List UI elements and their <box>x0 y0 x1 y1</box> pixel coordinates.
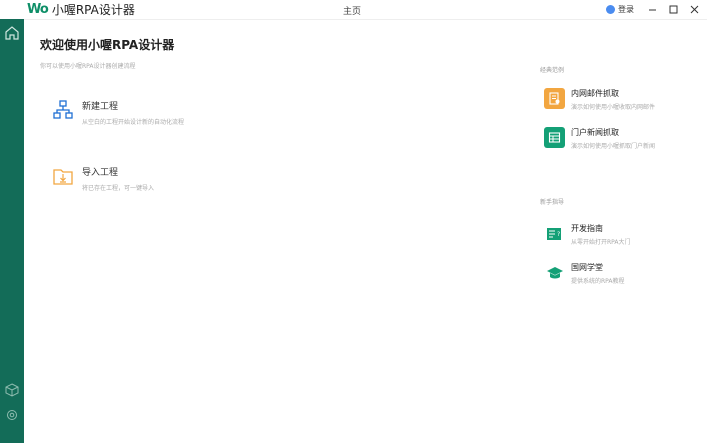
example-news-capture[interactable]: 门户新闻抓取 演示如何使用小喔抓取门户新闻 <box>544 127 655 150</box>
minimize-button[interactable] <box>645 2 659 16</box>
guide-dev-guide[interactable]: ? 开发指南 从零开始打开RPA大门 <box>544 223 631 246</box>
login-label: 登录 <box>618 5 634 14</box>
guide-academy[interactable]: 国网学堂 提供系统的RPA教程 <box>544 262 625 285</box>
sidebar-settings-button[interactable] <box>5 407 19 421</box>
example-news-desc: 演示如何使用小喔抓取门户新闻 <box>571 143 656 150</box>
new-project-button[interactable]: 新建工程 从空白的工程开始设计新的自动化流程 <box>52 99 184 126</box>
app-name: 小喔RPA设计器 <box>51 3 135 17</box>
guide-academy-title: 国网学堂 <box>571 263 603 272</box>
page-subtitle: 你可以使用小喔RPA设计器创建流程 <box>40 63 136 70</box>
table-icon <box>544 127 565 148</box>
svg-text:?: ? <box>557 231 560 238</box>
guide-academy-desc: 提供系统的RPA教程 <box>571 278 625 285</box>
maximize-icon <box>669 5 677 13</box>
page-title: 欢迎使用小喔RPA设计器 <box>40 38 175 52</box>
window-title: 主页 <box>343 7 362 17</box>
close-button[interactable] <box>687 2 701 16</box>
mail-document-icon <box>544 88 565 109</box>
import-project-button[interactable]: 导入工程 将已存在工程，可一键导入 <box>52 165 154 192</box>
user-avatar-icon <box>606 5 615 14</box>
guides-label: 新手指导 <box>540 199 565 206</box>
close-icon <box>690 5 698 13</box>
new-project-title: 新建工程 <box>82 102 119 112</box>
sidebar-package-button[interactable] <box>5 382 19 397</box>
login-button[interactable]: 登录 <box>606 4 634 15</box>
minimize-icon <box>648 9 656 10</box>
sidebar-home-button[interactable] <box>3 24 21 42</box>
app-logo: Wo 小喔RPA设计器 <box>27 2 135 17</box>
network-icon <box>53 100 73 119</box>
logo-mark: Wo <box>27 2 49 17</box>
examples-label: 经典范例 <box>540 67 565 74</box>
import-project-desc: 将已存在工程，可一键导入 <box>82 185 155 192</box>
sidebar <box>0 19 24 443</box>
cube-icon <box>5 383 19 397</box>
example-mail-desc: 演示如何使用小喔收取内网邮件 <box>571 104 656 111</box>
maximize-button[interactable] <box>666 2 680 16</box>
graduation-cap-icon <box>544 262 565 283</box>
gear-icon <box>7 410 17 420</box>
title-bar: Wo 小喔RPA设计器 主页 登录 <box>0 0 707 20</box>
book-icon: ? <box>544 223 565 244</box>
guide-dev-desc: 从零开始打开RPA大门 <box>571 239 631 246</box>
home-icon <box>5 26 19 40</box>
guide-dev-title: 开发指南 <box>571 224 603 233</box>
new-project-desc: 从空白的工程开始设计新的自动化流程 <box>82 119 185 126</box>
example-news-title: 门户新闻抓取 <box>571 128 619 137</box>
example-mail-title: 内网邮件抓取 <box>571 89 619 98</box>
import-folder-icon <box>53 169 73 185</box>
import-project-title: 导入工程 <box>82 168 119 178</box>
example-mail-capture[interactable]: 内网邮件抓取 演示如何使用小喔收取内网邮件 <box>544 88 655 111</box>
